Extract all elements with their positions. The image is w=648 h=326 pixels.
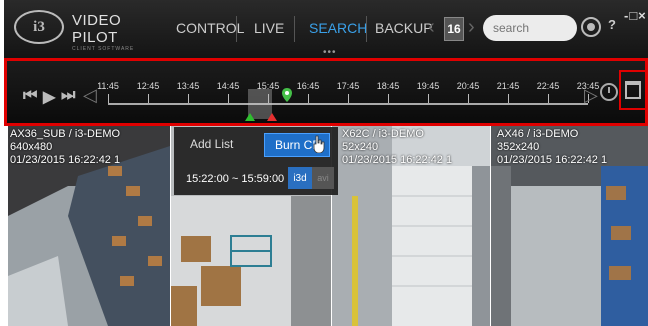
camera-tile-4[interactable]: AX46 / i3-DEMO 352x240 01/23/2015 16:22:…: [491, 126, 648, 326]
brand-title: VIDEO PILOT: [72, 12, 122, 46]
timeline-right-icon[interactable]: ▷: [584, 85, 598, 106]
range-end-marker[interactable]: [267, 113, 277, 121]
help-icon[interactable]: ?: [608, 17, 616, 32]
time-axis: [108, 103, 588, 105]
search-input[interactable]: [483, 15, 577, 41]
brand-subtitle: CLIENT SOFTWARE: [72, 46, 135, 52]
nav-control[interactable]: CONTROL: [176, 20, 244, 36]
time-tick: [508, 94, 509, 103]
time-scale[interactable]: 11:45 12:45 13:45 14:45 15:45 16:45 17:45 18:45…: [97, 81, 599, 121]
camera-name-1: AX36_SUB / i3-DEMO: [10, 128, 121, 140]
skip-end-icon[interactable]: ⏭: [61, 87, 75, 105]
camera-tile-1[interactable]: AX36_SUB / i3-DEMO 640x480 01/23/2015 16…: [8, 126, 170, 326]
format-i3d-toggle[interactable]: i3d: [288, 167, 312, 189]
window-controls[interactable]: -□×: [624, 8, 647, 23]
time-label: 19:45: [416, 81, 440, 91]
nav-divider: [236, 16, 237, 42]
time-tick: [268, 94, 269, 103]
time-tick: [308, 94, 309, 103]
page-number[interactable]: 16: [444, 17, 464, 41]
nav-live[interactable]: LIVE: [254, 20, 284, 36]
nav-search[interactable]: SEARCH: [309, 20, 367, 36]
camera-resolution-4: 352x240: [497, 141, 540, 153]
more-dots[interactable]: •••: [323, 47, 337, 58]
clock-icon[interactable]: [600, 83, 618, 101]
format-avi-toggle[interactable]: avi: [312, 167, 334, 189]
time-label: 14:45: [216, 81, 240, 91]
camera-name-3: X62C / i3-DEMO: [342, 128, 424, 140]
time-tick: [548, 94, 549, 103]
backup-popup: Add List Burn CD 15:22:00 ~ 15:59:00 i3d…: [174, 127, 338, 195]
skip-start-icon[interactable]: ⏮: [23, 87, 37, 105]
time-label: 21:45: [496, 81, 520, 91]
time-tick: [148, 94, 149, 103]
calendar-button[interactable]: [619, 70, 647, 110]
time-label: 18:45: [376, 81, 400, 91]
calendar-icon: [625, 81, 641, 99]
time-tick: [228, 94, 229, 103]
time-label: 20:45: [456, 81, 480, 91]
search-timeline: ⏮ ▶ ⏭ ◁ 11:45 12:45 13:45 14:45 15:45 16:45 17…: [4, 58, 648, 126]
time-tick: [348, 94, 349, 103]
search-go-icon[interactable]: [581, 17, 601, 37]
time-tick: [388, 94, 389, 103]
brand: VIDEO PILOT CLIENT SOFTWARE: [72, 12, 162, 52]
time-label: 13:45: [176, 81, 200, 91]
time-label: 16:45: [296, 81, 320, 91]
camera-resolution-3: 52x240: [342, 141, 379, 153]
camera-resolution-1: 640x480: [10, 141, 53, 153]
add-list-button[interactable]: Add List: [190, 137, 233, 151]
time-tick: [428, 94, 429, 103]
nav-divider: [294, 16, 295, 42]
camera-tile-3[interactable]: X62C / i3-DEMO 52x240 01/23/2015 16:22:4…: [332, 126, 490, 326]
camera-timestamp-3: 01/23/2015 16:22:42 1: [342, 154, 453, 166]
time-label: 17:45: [336, 81, 360, 91]
nav-divider: [366, 16, 367, 42]
time-label: 11:45: [97, 81, 119, 91]
time-tick: [108, 94, 109, 103]
camera-timestamp-1: 01/23/2015 16:22:42 1: [10, 154, 121, 166]
selected-time-range: 15:22:00 ~ 15:59:00: [186, 173, 285, 185]
time-label: 22:45: [536, 81, 560, 91]
camera-timestamp-4: 01/23/2015 16:22:42 1: [497, 154, 608, 166]
app-header: i3 VIDEO PILOT CLIENT SOFTWARE CONTROL L…: [4, 0, 648, 58]
page-next-icon[interactable]: ›: [468, 16, 475, 39]
page-prev-icon[interactable]: ‹: [428, 16, 435, 39]
time-tick: [468, 94, 469, 103]
time-label: 15:45: [256, 81, 280, 91]
range-start-marker[interactable]: [245, 113, 255, 121]
camera-name-4: AX46 / i3-DEMO: [497, 128, 579, 140]
time-label: 12:45: [136, 81, 160, 91]
hand-cursor-icon: [313, 135, 325, 153]
nav-backup[interactable]: BACKUP: [375, 20, 433, 36]
play-icon[interactable]: ▶: [43, 87, 55, 107]
i3-logo: i3: [14, 10, 64, 44]
time-tick: [188, 94, 189, 103]
